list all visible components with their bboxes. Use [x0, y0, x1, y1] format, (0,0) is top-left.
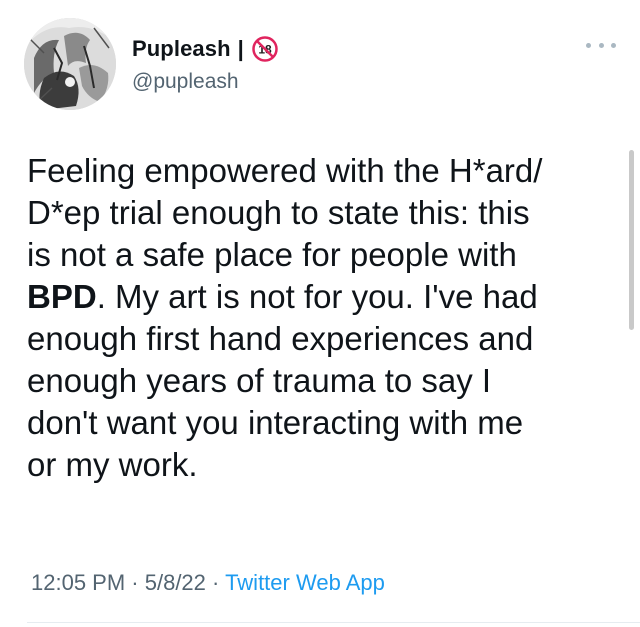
meta-dot: ·: [205, 570, 226, 595]
scrollbar[interactable]: [629, 0, 634, 627]
more-dot: [598, 42, 604, 48]
tweet-line: Feeling empowered with the H*ard/: [27, 152, 543, 189]
tweet-line: don't want you interacting with me: [27, 404, 524, 441]
more-dot: [586, 42, 591, 48]
more-dot: [611, 42, 616, 48]
tweet-line-rest: . My art is not for you. I've had: [96, 278, 538, 315]
tweet-detail: Pupleash | 18 @pupleash Feeling empowere…: [0, 0, 640, 627]
meta-dot: ·: [125, 570, 145, 595]
tweet-line: enough first hand experiences and: [27, 320, 534, 357]
no-under-18-icon: 18: [252, 36, 278, 62]
tweet-line: BPD. My art is not for you. I've had: [27, 276, 617, 318]
scrollbar-thumb[interactable]: [629, 150, 634, 330]
tweet-metadata: 12:05 PM · 5/8/22 · Twitter Web App: [31, 570, 385, 596]
tweet-line: enough years of trauma to say I: [27, 362, 492, 399]
tweet-source[interactable]: Twitter Web App: [225, 570, 385, 595]
bold-text: BPD: [27, 278, 97, 315]
avatar[interactable]: [24, 18, 116, 110]
tweet-date[interactable]: 5/8/22: [145, 570, 206, 595]
author-name-row: Pupleash | 18: [132, 36, 278, 62]
author-handle[interactable]: @pupleash: [132, 70, 239, 94]
tweet-line: or my work.: [27, 446, 198, 483]
divider: [27, 622, 640, 623]
tweet-line: is not a safe place for people with: [27, 236, 517, 273]
tweet-line: D*ep trial enough to state this: this: [27, 194, 530, 231]
tweet-text: Feeling empowered with the H*ard/ D*ep t…: [27, 150, 617, 486]
more-options-icon[interactable]: [586, 33, 616, 57]
display-name[interactable]: Pupleash: [132, 36, 231, 62]
name-separator: |: [237, 36, 244, 61]
avatar-illustration: [24, 18, 116, 110]
tweet-time[interactable]: 12:05 PM: [31, 570, 125, 595]
